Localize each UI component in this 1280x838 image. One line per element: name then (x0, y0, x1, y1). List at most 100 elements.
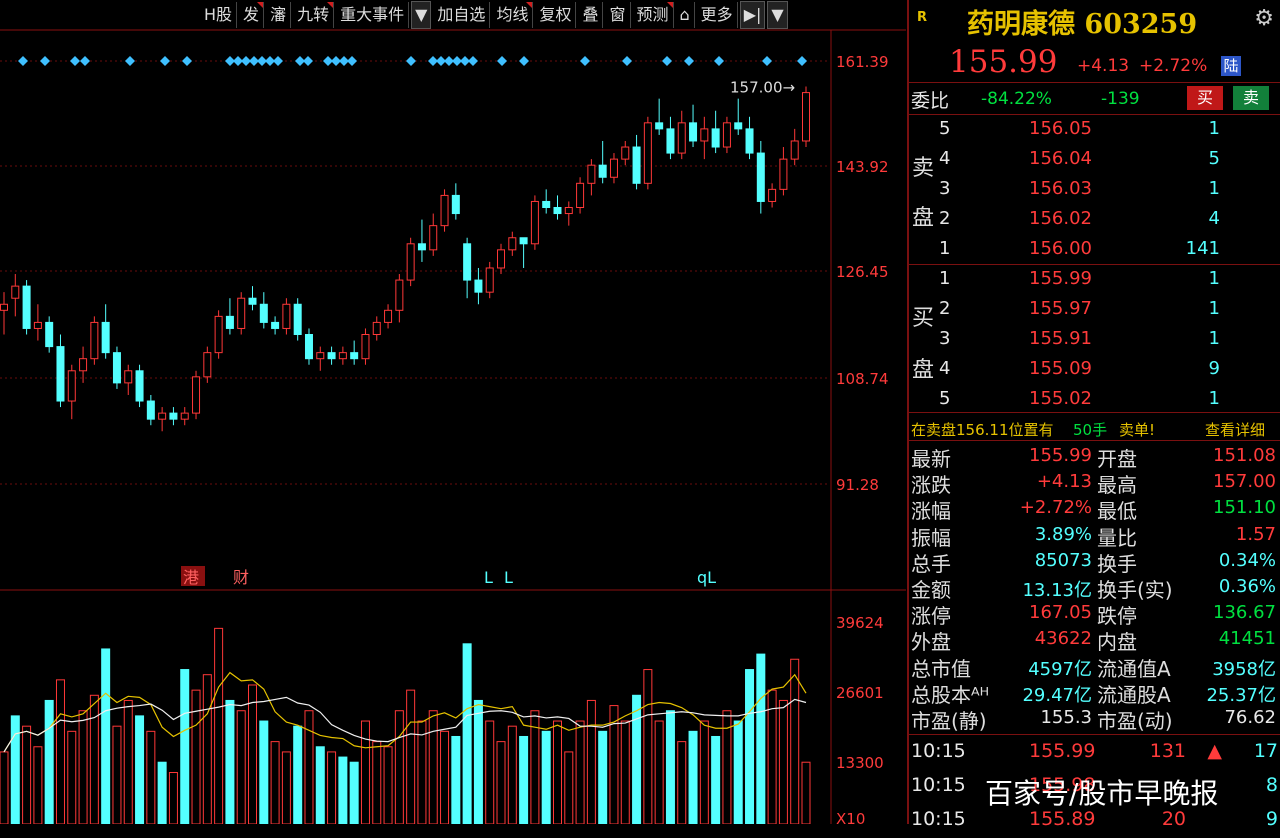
volume-bar (89, 694, 99, 824)
quote-value: 167.05 (1029, 602, 1092, 624)
volume-bar (699, 720, 709, 824)
toolbar-item-11[interactable]: 预测 (633, 2, 674, 28)
price-change-pct: +2.72% (1139, 56, 1208, 76)
gear-icon[interactable]: ⚙ (1254, 6, 1274, 31)
toolbar-item-4[interactable]: 重大事件 (336, 2, 410, 28)
orderbook-row: 1 155.99 1 (909, 264, 1280, 294)
level-number: 4 (939, 358, 951, 379)
quote-value: 151.10 (1213, 497, 1276, 519)
volume-bar (756, 653, 766, 824)
quote-value: 43622 (1034, 628, 1092, 650)
level-number: 1 (939, 238, 951, 259)
tick-count: 17 (1253, 740, 1278, 762)
volume-bar (55, 679, 65, 824)
toolbar-item-10[interactable]: 窗 (605, 2, 631, 28)
candle (293, 298, 302, 341)
divider (909, 440, 1280, 441)
volume-bar (67, 730, 77, 824)
volume-bar (632, 694, 642, 824)
quote-value: 157.00 (1213, 471, 1276, 493)
level-volume: 4 (1208, 208, 1220, 229)
volume-bar (327, 751, 337, 824)
toolbar-item-9[interactable]: 叠 (578, 2, 604, 28)
volume-bar (44, 699, 54, 824)
level-price: 156.03 (1029, 178, 1092, 199)
price-axis-label: 161.39 (836, 53, 889, 71)
toolbar-item-5[interactable]: ▼ (411, 1, 432, 29)
volume-bar (665, 710, 675, 824)
volume-bar (168, 772, 178, 824)
toolbar-item-13[interactable]: 更多 (697, 2, 738, 28)
level-price: 155.99 (1029, 268, 1092, 289)
toolbar-item-12[interactable]: ⌂ (676, 2, 695, 28)
candle (135, 364, 144, 408)
candle (237, 292, 246, 335)
orderbook-row: 3 156.03 1 (909, 174, 1280, 204)
quote-value: 85073 (1034, 549, 1092, 571)
notice-lots: 50手 (1073, 421, 1108, 439)
volume-bar (383, 746, 393, 824)
quote-label: 开盘 (1097, 447, 1137, 471)
toolbar-item-3[interactable]: 九转 (293, 2, 335, 28)
event-marker[interactable]: L (504, 568, 513, 587)
toolbar-item-2[interactable]: 瀋 (266, 2, 292, 28)
level-number: 4 (939, 148, 951, 169)
toolbar-item-8[interactable]: 复权 (535, 2, 577, 28)
orderbook-row: 4 155.09 9 (909, 354, 1280, 384)
level-volume: 141 (1185, 238, 1220, 259)
volume-bar (180, 669, 190, 824)
volume-bar (394, 710, 404, 824)
candle (22, 280, 31, 335)
toolbar-item-0[interactable]: H股 (200, 2, 238, 28)
volume-bar (214, 627, 224, 824)
quote-value: 3.89% (1034, 523, 1092, 545)
quote-label: 金额 (911, 578, 951, 602)
quote-label: 总手 (911, 551, 951, 576)
volume-bar (225, 699, 235, 824)
price-axis-label: 126.45 (836, 263, 889, 281)
volume-bar (620, 720, 630, 824)
buy-button[interactable]: 买 (1187, 86, 1223, 110)
toolbar-item-1[interactable]: 发 (239, 2, 265, 28)
level-volume: 1 (1208, 328, 1220, 349)
price-change: +4.13 (1077, 56, 1130, 76)
volume-bar (315, 746, 325, 824)
event-marker[interactable]: qL (697, 568, 716, 587)
order-notice: 在卖盘156.11位置有 50手 卖单! 查看详细 (909, 415, 1280, 441)
quote-value: 151.08 (1213, 445, 1276, 466)
level-number: 3 (939, 178, 951, 199)
candle (802, 86, 810, 148)
level-volume: 1 (1208, 298, 1220, 319)
watermark: 百家号/股市早晚报 (985, 777, 1219, 810)
volume-bar (575, 720, 585, 824)
candle (192, 370, 201, 420)
event-marker[interactable]: 港 (183, 568, 199, 587)
quote-row: 最新 155.99 开盘 151.08 (909, 443, 1280, 471)
sell-button[interactable]: 卖 (1233, 86, 1269, 110)
kline-chart[interactable]: 161.39 143.92 126.45 108.74 91.28 157.00→ 港 财 L L… (0, 0, 906, 824)
volume-bar (440, 730, 450, 824)
volume-bar (338, 756, 348, 824)
level-price: 155.02 (1029, 388, 1092, 409)
volume-axis-label: X10 (836, 810, 865, 824)
volume-axis-label: 26601 (836, 684, 884, 702)
notice-detail-link[interactable]: 查看详细 (1205, 419, 1265, 440)
volume-bar (293, 725, 303, 824)
quote-value: 155.99 (1029, 445, 1092, 466)
level-number: 3 (939, 328, 951, 349)
toolbar-item-6[interactable]: 加自选 (433, 2, 491, 28)
volume-bar (417, 720, 427, 824)
level-volume: 1 (1208, 178, 1220, 199)
volume-bar (564, 751, 574, 824)
volume-bar (202, 674, 212, 824)
event-marker[interactable]: L (484, 568, 493, 587)
candle (214, 310, 223, 359)
quote-label: 涨幅 (911, 499, 951, 524)
event-marker[interactable]: 财 (233, 568, 249, 587)
level-number: 5 (939, 118, 951, 139)
quote-value: 0.36% (1218, 576, 1276, 597)
toolbar-item-7[interactable]: 均线 (492, 2, 534, 28)
toolbar-item-14[interactable]: ▶| (739, 1, 766, 29)
toolbar-item-15[interactable]: ▼ (767, 1, 788, 29)
quote-label: 总股本ᴬᴴ (911, 682, 990, 707)
